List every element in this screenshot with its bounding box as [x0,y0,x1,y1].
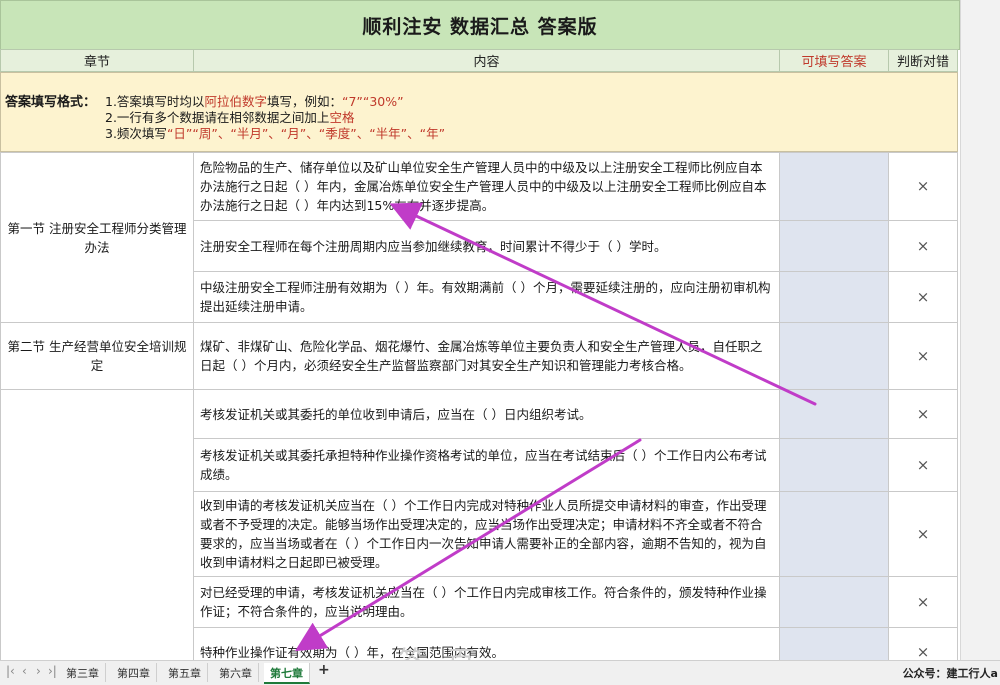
header-section[interactable]: 章节 [0,49,194,72]
judge-cell-7[interactable]: × [888,491,958,577]
next-sheet-icon[interactable]: › [36,664,41,678]
tab-chapter-4[interactable]: 第四章 [111,663,157,682]
faint-overlay-text: 答 百 [398,640,481,660]
last-sheet-icon[interactable]: ›| [48,664,57,678]
tab-chapter-7[interactable]: 第七章 [264,663,310,684]
judge-cell-1[interactable]: × [888,152,958,221]
vertical-scrollbar[interactable] [960,0,1000,660]
section-cell-3[interactable] [0,389,194,660]
content-cell-7[interactable]: 收到申请的考核发证机关应当在（ ）个工作日内完成对特种作业人员所提交申请材料的审… [193,491,780,577]
spreadsheet: 顺利注安 数据汇总 答案版 章节 内容 可填写答案 判断对错 答案填写格式： 1… [0,0,960,660]
content-cell-8[interactable]: 对已经受理的申请，考核发证机关应当在（ ）个工作日内完成审核工作。符合条件的，颁… [193,576,780,628]
answer-cell-4[interactable] [779,322,889,390]
answer-cell-3[interactable] [779,271,889,323]
sheet-tab-bar: |‹ ‹ › ›| 第三章 第四章 第五章 第六章 第七章 + 公众号：建工行人… [0,660,1000,685]
format-lead: 答案填写格式： [5,95,97,110]
answer-cell-8[interactable] [779,576,889,628]
first-sheet-icon[interactable]: |‹ [6,664,15,678]
format-line-3: 3.频次填写“日”“周”、“半月”、“月”、“季度”、“半年”、“年” [105,126,446,141]
add-sheet-icon[interactable]: + [318,662,330,678]
answer-cell-6[interactable] [779,438,889,492]
tab-chapter-3[interactable]: 第三章 [60,663,106,682]
answer-cell-7[interactable] [779,491,889,577]
content-cell-1[interactable]: 危险物品的生产、储存单位以及矿山单位安全生产管理人员中的中级及以上注册安全工程师… [193,152,780,221]
prev-sheet-icon[interactable]: ‹ [22,664,27,678]
judge-cell-5[interactable]: × [888,389,958,439]
content-cell-2[interactable]: 注册安全工程师在每个注册周期内应当参加继续教育，时间累计不得少于（ ）学时。 [193,220,780,272]
content-cell-4[interactable]: 煤矿、非煤矿山、危险化学品、烟花爆竹、金属冶炼等单位主要负责人和安全生产管理人员… [193,322,780,390]
content-cell-6[interactable]: 考核发证机关或其委托承担特种作业操作资格考试的单位，应当在考试结束后（ ）个工作… [193,438,780,492]
content-cell-5[interactable]: 考核发证机关或其委托的单位收到申请后，应当在（ ）日内组织考试。 [193,389,780,439]
answer-cell-5[interactable] [779,389,889,439]
judge-cell-8[interactable]: × [888,576,958,628]
answer-format-note[interactable]: 答案填写格式： 1.答案填写时均以阿拉伯数字填写，例如：“7”“30%” 2.一… [0,72,958,152]
tab-chapter-6[interactable]: 第六章 [213,663,259,682]
header-judge[interactable]: 判断对错 [888,49,958,72]
judge-cell-2[interactable]: × [888,220,958,272]
answer-cell-2[interactable] [779,220,889,272]
judge-cell-6[interactable]: × [888,438,958,492]
header-content[interactable]: 内容 [193,49,780,72]
answer-cell-9[interactable] [779,627,889,660]
content-cell-9[interactable]: 特种作业操作证有效期为（ ）年，在全国范围内有效。 [193,627,780,660]
tab-chapter-5[interactable]: 第五章 [162,663,208,682]
judge-cell-9[interactable]: × [888,627,958,660]
judge-cell-4[interactable]: × [888,322,958,390]
answer-cell-1[interactable] [779,152,889,221]
judge-cell-3[interactable]: × [888,271,958,323]
watermark-text: 公众号：建工行人a [902,667,998,680]
section-cell-2[interactable]: 第二节 生产经营单位安全培训规定 [0,322,194,390]
content-cell-3[interactable]: 中级注册安全工程师注册有效期为（ ）年。有效期满前（ ）个月，需要延续注册的，应… [193,271,780,323]
sheet-title: 顺利注安 数据汇总 答案版 [0,0,960,50]
header-answer[interactable]: 可填写答案 [779,49,889,72]
section-cell-1[interactable]: 第一节 注册安全工程师分类管理办法 [0,152,194,323]
